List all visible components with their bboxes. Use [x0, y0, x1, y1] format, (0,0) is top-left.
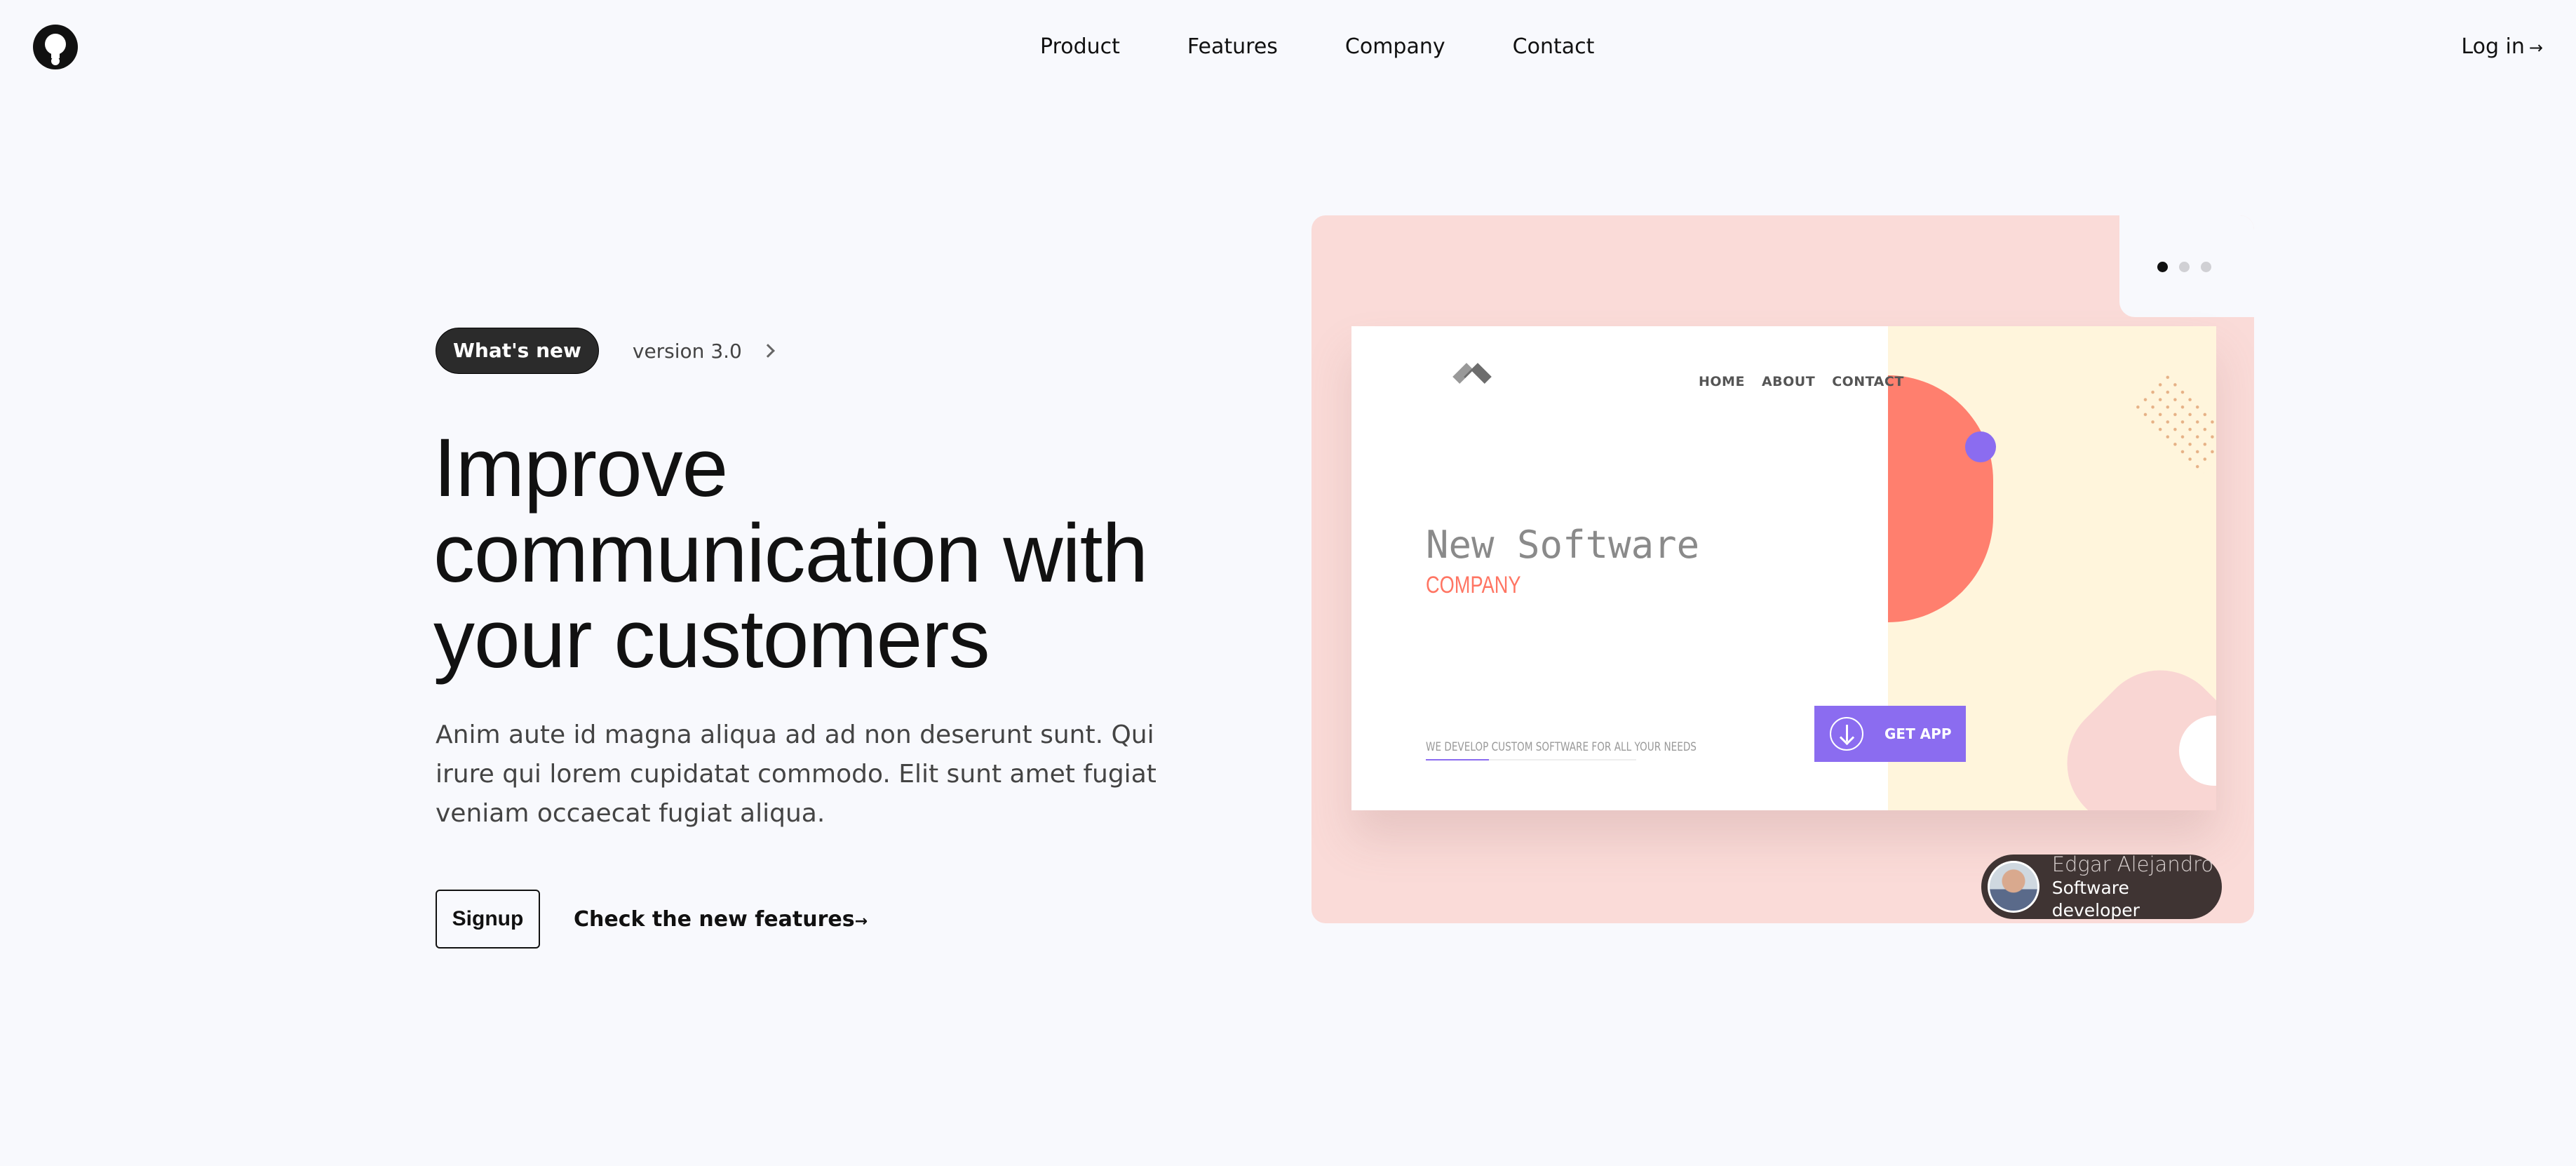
mockup-tagline-underline — [1426, 759, 1636, 760]
mockup-title: New Software — [1426, 523, 1700, 567]
slide-dot-2[interactable] — [2179, 262, 2190, 272]
mockup-nav-home: HOME — [1699, 374, 1745, 389]
author-name: Edgar Alejandro — [2051, 852, 2214, 876]
mockup-tagline: WE DEVELOP CUSTOM SOFTWARE FOR ALL YOUR … — [1426, 740, 1697, 754]
check-features-link[interactable]: Check the new features→ — [574, 907, 868, 932]
nav-company[interactable]: Company — [1345, 34, 1445, 60]
download-icon — [1830, 717, 1863, 751]
showcase-card: HOME ABOUT CONTACT New Software COMPANY … — [1311, 215, 2254, 923]
hero-description: Anim aute id magna aliqua ad ad non dese… — [436, 721, 1156, 828]
headline-line-2: communication with — [433, 507, 1148, 600]
login-link[interactable]: Log in → — [2461, 34, 2543, 61]
mockup-nav-contact: CONTACT — [1832, 374, 1904, 389]
slide-indicator-panel — [2119, 215, 2254, 317]
author-chip: Edgar Alejandro Software developer — [1981, 852, 2222, 922]
mockup-subtitle: COMPANY — [1426, 572, 1521, 598]
nav-features[interactable]: Features — [1187, 34, 1278, 60]
mockup-nav-about: ABOUT — [1761, 374, 1816, 389]
check-features-label: Check the new features — [574, 906, 855, 932]
avatar — [1988, 861, 2039, 913]
logo-dot — [51, 57, 60, 65]
main-nav: Product Features Company Contact — [1040, 34, 1594, 60]
nav-contact[interactable]: Contact — [1513, 34, 1595, 60]
slide-dot-3[interactable] — [2201, 262, 2211, 272]
mockup-get-app-label: GET APP — [1884, 725, 1952, 742]
signup-button[interactable]: Signup — [436, 890, 540, 949]
mockup-get-app-button: GET APP — [1814, 706, 1966, 762]
whats-new-row: What's new version 3.0 — [436, 328, 775, 374]
version-link[interactable]: version 3.0 — [633, 340, 742, 363]
author-text: Edgar Alejandro Software developer — [2052, 852, 2222, 922]
slide-dots — [2157, 262, 2223, 272]
arrow-right-icon: → — [2528, 38, 2543, 58]
chevron-right-icon[interactable] — [760, 344, 775, 358]
hero-headline: Improve communication with your customer… — [433, 425, 1219, 682]
headline-line-1: Improve — [433, 422, 728, 514]
whats-new-badge[interactable]: What's new — [436, 328, 599, 374]
login-label: Log in — [2461, 34, 2525, 59]
cta-row: Signup Check the new features→ — [436, 890, 868, 949]
slide-dot-1[interactable] — [2157, 262, 2168, 272]
website-mockup-image: HOME ABOUT CONTACT New Software COMPANY … — [1351, 326, 2216, 810]
author-role: Software developer — [2051, 878, 2140, 920]
mockup-nav: HOME ABOUT CONTACT — [1699, 374, 1921, 389]
arrow-right-icon: → — [854, 912, 868, 930]
brand-logo[interactable] — [33, 25, 78, 69]
nav-product[interactable]: Product — [1040, 34, 1120, 60]
headline-line-3: your customers — [433, 593, 990, 685]
mockup-purple-dot — [1965, 431, 1996, 462]
